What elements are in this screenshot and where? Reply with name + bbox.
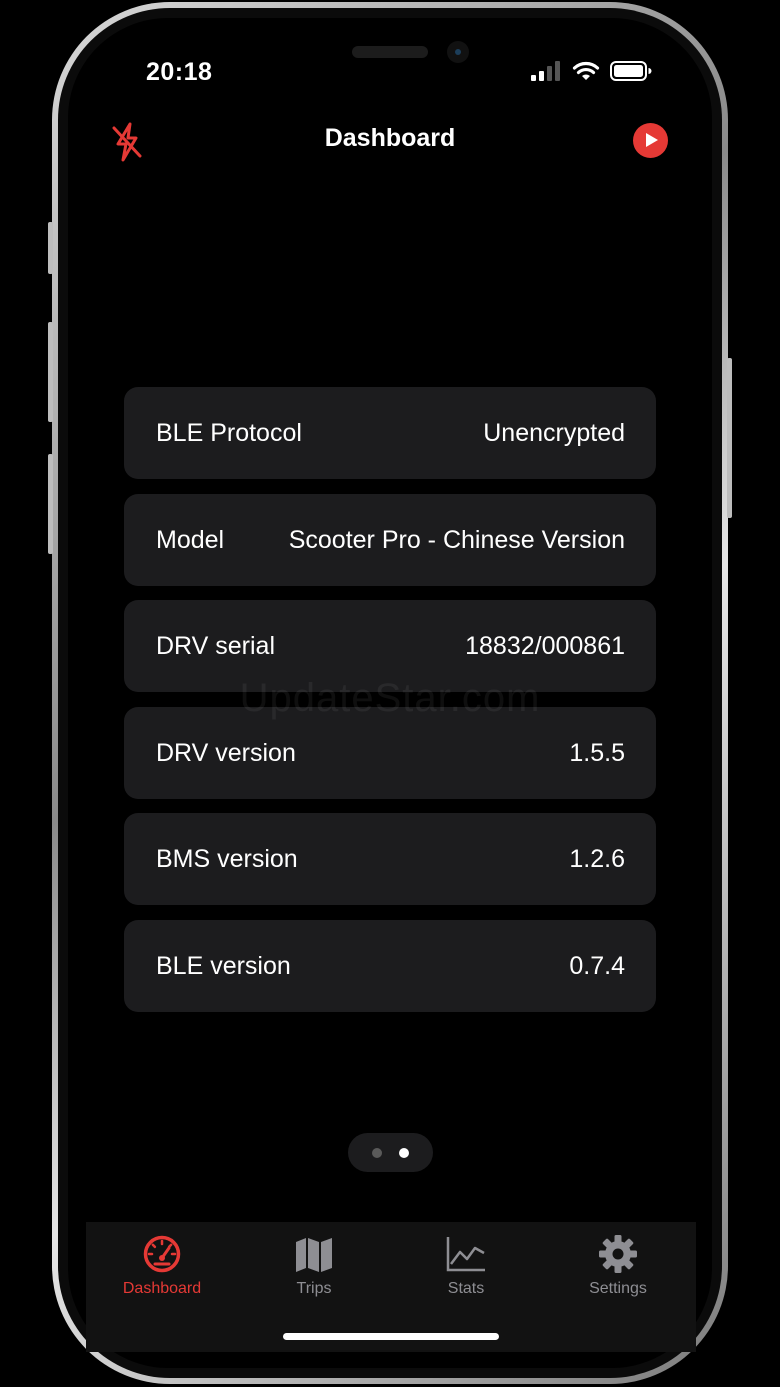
silent-switch <box>48 222 53 274</box>
play-button[interactable] <box>633 123 668 158</box>
power-button <box>727 358 732 518</box>
wifi-icon <box>572 61 600 80</box>
volume-down-button <box>48 454 53 554</box>
status-time: 20:18 <box>146 58 213 86</box>
tab-label: Trips <box>296 1280 332 1297</box>
battery-icon <box>610 61 652 81</box>
info-row-bms-version: BMS version 1.2.6 <box>124 813 656 905</box>
info-label: Model <box>156 525 225 554</box>
tab-label: Dashboard <box>122 1280 202 1297</box>
info-row-model: Model Scooter Pro - Chinese Version <box>124 494 656 586</box>
page-dot-active[interactable] <box>399 1148 409 1158</box>
cellular-signal-icon <box>531 61 560 81</box>
volume-up-button <box>48 322 53 422</box>
map-icon <box>296 1238 332 1272</box>
info-label: BMS version <box>156 844 298 873</box>
speaker-grille <box>352 46 428 58</box>
chart-icon <box>446 1237 485 1272</box>
page-indicator[interactable] <box>348 1133 433 1172</box>
watermark: UpdateStar.com <box>239 676 541 720</box>
page-dot[interactable] <box>372 1148 382 1158</box>
front-camera <box>447 41 469 63</box>
info-value: 0.7.4 <box>569 951 625 980</box>
info-row-ble-version: BLE version 0.7.4 <box>124 920 656 1012</box>
speedometer-icon <box>143 1235 181 1273</box>
info-label: BLE version <box>156 951 291 980</box>
info-value: 18832/000861 <box>465 631 625 660</box>
info-value: Scooter Pro - Chinese Version <box>288 525 625 554</box>
info-value: 1.2.6 <box>569 844 625 873</box>
tab-label: Settings <box>589 1280 647 1297</box>
info-value: 1.5.5 <box>569 738 625 767</box>
tab-label: Stats <box>447 1280 485 1297</box>
info-label: DRV version <box>156 738 296 767</box>
info-label: BLE Protocol <box>156 418 302 447</box>
info-value: Unencrypted <box>483 418 625 447</box>
gear-icon <box>599 1235 637 1273</box>
home-indicator[interactable] <box>283 1333 499 1340</box>
status-icons <box>530 60 652 82</box>
info-label: DRV serial <box>156 631 276 660</box>
info-row-ble-protocol: BLE Protocol Unencrypted <box>124 387 656 479</box>
